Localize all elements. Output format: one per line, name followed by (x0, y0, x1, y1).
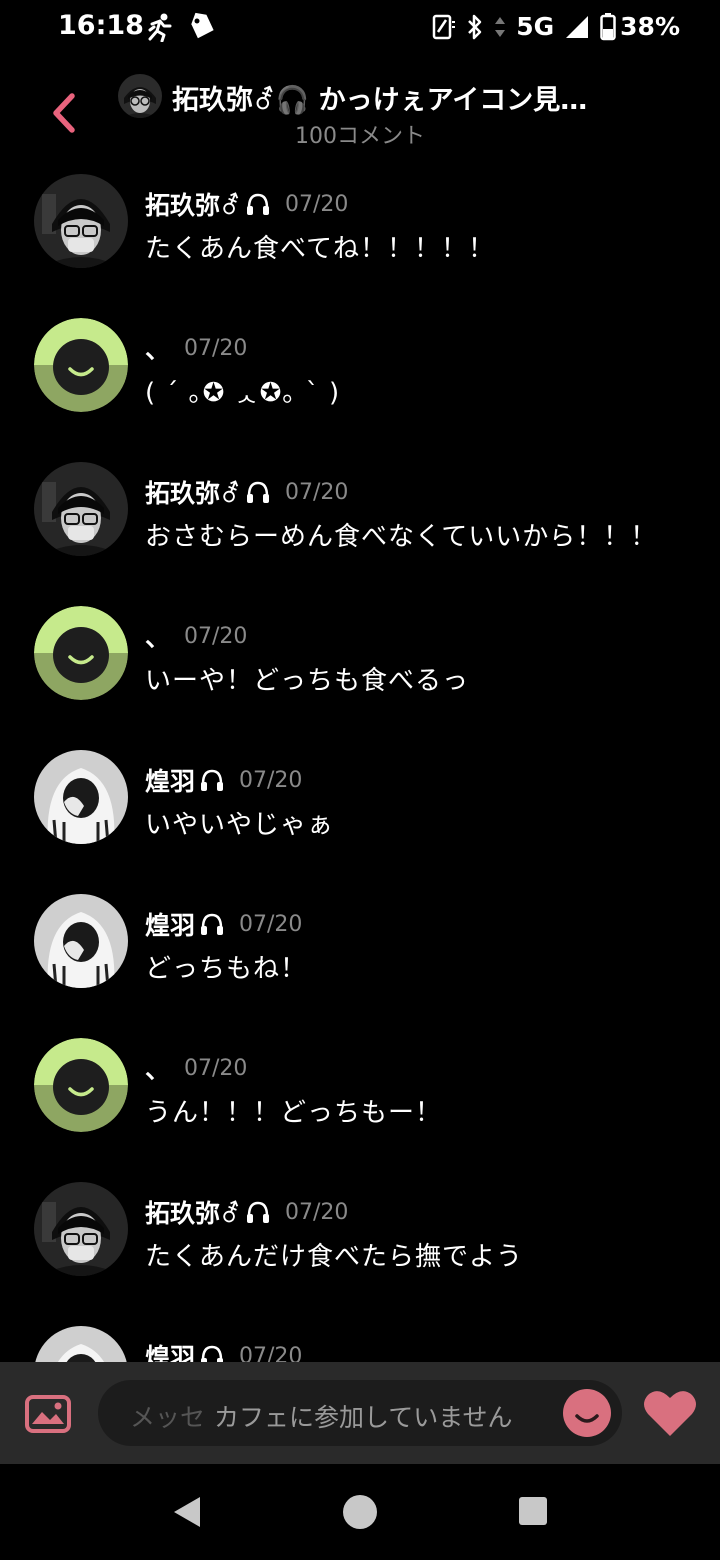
page-title: 拓玖弥⚦🎧 かっけぇアイコン見… (172, 85, 588, 116)
tag-icon (188, 12, 216, 46)
author-name: 、 (145, 623, 171, 652)
avatar[interactable] (34, 318, 128, 412)
headphones-icon (201, 913, 224, 935)
composer-bar: メッセ カフェに参加していません (0, 1362, 720, 1464)
header-avatar[interactable] (118, 74, 162, 118)
nav-recent-icon (519, 1497, 547, 1525)
status-bar: 16:18 5G 38% (0, 0, 720, 56)
smiley-icon (563, 1389, 611, 1437)
thread-header: 拓玖弥⚦🎧 かっけぇアイコン見… 100コメント (0, 66, 720, 156)
comment-meta: 煌羽 07/20 (145, 906, 302, 942)
headphones-icon (201, 769, 224, 791)
nav-home-icon (343, 1495, 377, 1529)
comment-date: 07/20 (184, 623, 248, 649)
avatar[interactable] (34, 462, 128, 556)
nav-back-icon (174, 1497, 200, 1527)
message-placeholder: メッセ (130, 1403, 206, 1432)
comment-text: どっちもね！ (145, 954, 308, 984)
battery-level: 38% (620, 12, 680, 41)
nfc-icon (432, 14, 456, 40)
comment-item: 、 07/20 うん！！！どっちもー！ (0, 1038, 720, 1158)
comment-date: 07/20 (239, 767, 303, 793)
image-icon (25, 1395, 71, 1433)
comment-meta: 拓玖弥⚦ 07/20 (145, 474, 348, 510)
smiley-avatar-icon (34, 606, 128, 700)
comment-text: いやいやじゃぁ (145, 810, 335, 840)
comment-meta: 拓玖弥⚦ 07/20 (145, 186, 348, 222)
nav-recent-button[interactable] (516, 1494, 550, 1532)
comment-text: いーや！どっちも食べるっ (145, 666, 470, 696)
running-person-icon (144, 12, 174, 46)
image-button[interactable] (24, 1394, 72, 1438)
comment-item: 拓玖弥⚦ 07/20 たくあんだけ食べたら撫でよう (0, 1182, 720, 1302)
network-label: 5G (516, 12, 555, 41)
headphones-icon (246, 1201, 269, 1223)
avatar[interactable] (34, 174, 128, 268)
comment-meta: 煌羽 07/20 (145, 762, 302, 798)
comment-text: たくあんだけ食べたら撫でよう (145, 1242, 524, 1272)
comment-item: 、 07/20 いーや！どっちも食べるっ (0, 606, 720, 726)
author-name: 拓玖弥⚦ (145, 1199, 241, 1228)
signal-icon (564, 14, 590, 40)
status-left-icons (144, 12, 216, 46)
comment-meta: 拓玖弥⚦ 07/20 (145, 1194, 348, 1230)
comment-item: 煌羽 07/20 いやいやじゃぁ (0, 750, 720, 870)
system-nav-bar (0, 1464, 720, 1560)
headphones-icon (246, 481, 269, 503)
comment-text: うん！！！どっちもー！ (145, 1098, 443, 1128)
author-name: 煌羽 (145, 767, 196, 796)
author-name: 拓玖弥⚦ (145, 191, 241, 220)
comment-author[interactable]: 、 (145, 330, 170, 366)
smiley-avatar-icon (34, 1038, 128, 1132)
avatar[interactable] (34, 894, 128, 988)
comment-date: 07/20 (284, 1199, 349, 1225)
emoji-button[interactable] (562, 1388, 612, 1442)
message-input[interactable]: メッセ カフェに参加していません (98, 1380, 622, 1446)
comment-date: 07/20 (284, 479, 349, 505)
status-time: 16:18 (58, 10, 144, 41)
comment-text: ( ´ ｡✪ ᆺ✪｡ ` ) (145, 378, 341, 408)
comment-author[interactable]: 煌羽 (145, 762, 225, 798)
headphones-icon (246, 193, 269, 215)
comment-date: 07/20 (184, 1055, 248, 1081)
comment-date: 07/20 (184, 335, 248, 361)
comment-date: 07/20 (284, 191, 349, 217)
author-name: 、 (145, 335, 171, 364)
comment-text: たくあん食べてね！！！！！ (145, 234, 495, 264)
comment-meta: 、 07/20 (145, 618, 247, 654)
comment-item: 、 07/20 ( ´ ｡✪ ᆺ✪｡ ` ) (0, 318, 720, 438)
like-button[interactable] (642, 1388, 698, 1442)
comment-count: 100コメント (295, 124, 425, 149)
avatar[interactable] (34, 1182, 128, 1276)
nav-home-button[interactable] (340, 1492, 380, 1536)
avatar[interactable] (34, 606, 128, 700)
bluetooth-icon (466, 14, 484, 40)
author-name: 、 (145, 1055, 171, 1084)
smiley-avatar-icon (34, 318, 128, 412)
not-joined-notice: カフェに参加していません (214, 1403, 513, 1432)
battery-icon (600, 12, 616, 41)
comment-author[interactable]: 煌羽 (145, 906, 225, 942)
comment-author[interactable]: 、 (145, 1050, 170, 1086)
author-name: 煌羽 (145, 911, 196, 940)
heart-icon (644, 1391, 696, 1436)
comment-author[interactable]: 拓玖弥⚦ (145, 474, 271, 510)
comment-author[interactable]: 拓玖弥⚦ (145, 1194, 271, 1230)
comment-text: おさむらーめん食べなくていいから！！！ (145, 522, 658, 552)
comment-meta: 、 07/20 (145, 1050, 247, 1086)
status-right-icons: 5G 38% (432, 12, 680, 41)
comment-item: 煌羽 07/20 どっちもね！ (0, 894, 720, 1014)
comment-date: 07/20 (239, 911, 303, 937)
comment-item: 拓玖弥⚦ 07/20 おさむらーめん食べなくていいから！！！ (0, 462, 720, 582)
comment-author[interactable]: 、 (145, 618, 170, 654)
author-name: 拓玖弥⚦ (145, 479, 241, 508)
nav-back-button[interactable] (170, 1494, 204, 1534)
comment-item: 拓玖弥⚦ 07/20 たくあん食べてね！！！！！ (0, 174, 720, 294)
avatar[interactable] (34, 1038, 128, 1132)
comment-meta: 、 07/20 (145, 330, 247, 366)
data-arrows-icon (494, 15, 506, 39)
comment-author[interactable]: 拓玖弥⚦ (145, 186, 271, 222)
avatar[interactable] (34, 750, 128, 844)
